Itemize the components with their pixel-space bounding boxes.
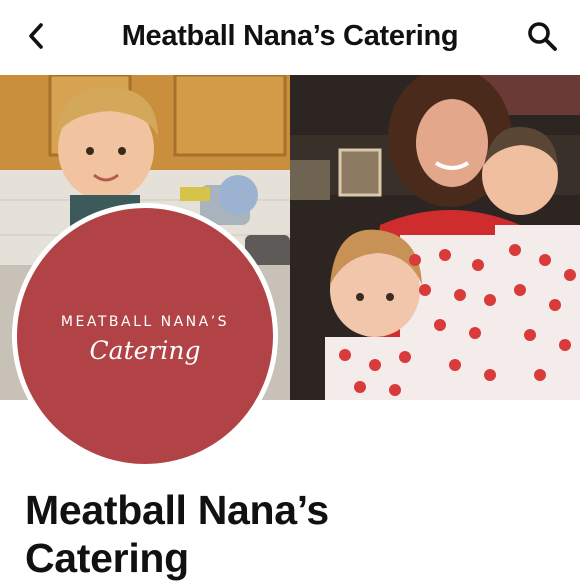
logo-brand-text: MEATBALL NANA’S xyxy=(60,314,230,330)
profile-picture[interactable]: MEATBALL NANA’S Catering xyxy=(12,203,278,469)
page-name-line1: Meatball Nana’s xyxy=(25,487,329,533)
profile-logo: MEATBALL NANA’S Catering xyxy=(17,208,273,464)
search-icon xyxy=(528,22,557,51)
page-title: Meatball Nana’s Catering xyxy=(121,20,459,52)
top-navigation-bar: Meatball Nana’s Catering xyxy=(0,0,580,75)
search-button[interactable] xyxy=(520,14,564,58)
page-name-heading: Meatball Nana’s Catering xyxy=(25,486,565,582)
page-name-line2: Catering xyxy=(25,535,189,581)
logo-script-text: Catering xyxy=(89,336,201,365)
